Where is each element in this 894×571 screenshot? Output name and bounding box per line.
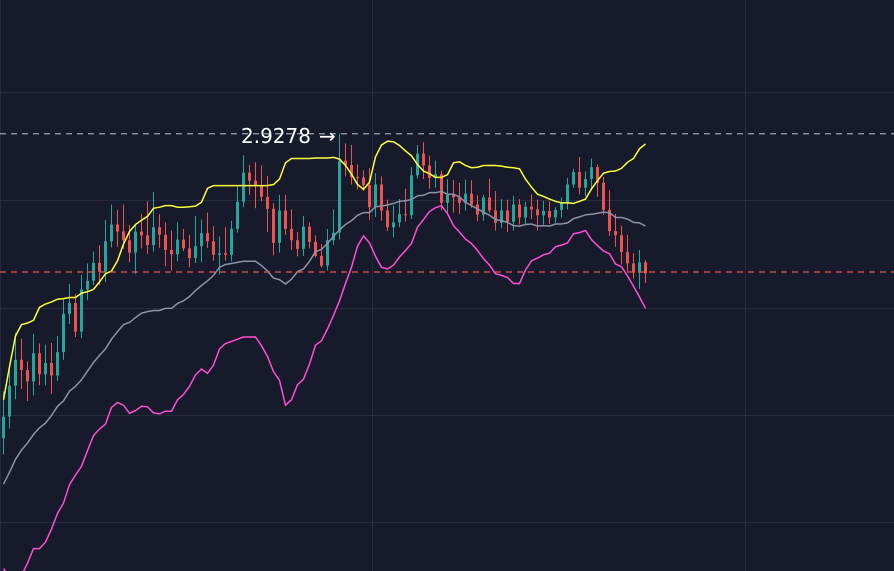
- candle-down: [578, 172, 581, 188]
- candle-down: [74, 302, 77, 332]
- candle-up: [302, 226, 305, 249]
- candle-down: [164, 234, 167, 250]
- candle-down: [530, 206, 533, 210]
- candle-up: [110, 224, 113, 242]
- candle-down: [26, 370, 29, 382]
- candle-up: [512, 204, 515, 222]
- candle-down: [146, 235, 149, 246]
- candle-down: [440, 174, 443, 203]
- candle-down: [272, 208, 275, 243]
- candle-down: [38, 353, 41, 375]
- candle-down: [422, 153, 425, 166]
- candle-down: [254, 180, 257, 186]
- candle-up: [218, 253, 221, 255]
- candle-down: [506, 210, 509, 222]
- candle-up: [32, 353, 35, 382]
- candle-up: [590, 167, 593, 180]
- candle-down: [518, 204, 521, 218]
- candle-up: [410, 175, 413, 216]
- candle-up: [194, 246, 197, 259]
- candle-down: [632, 263, 635, 273]
- candle-up: [236, 201, 239, 229]
- candle-down: [296, 240, 299, 249]
- candle-down: [308, 226, 311, 242]
- candle-up: [584, 179, 587, 188]
- candle-down: [248, 172, 251, 181]
- candle-down: [20, 359, 23, 371]
- candle-down: [620, 235, 623, 253]
- candle-up: [62, 313, 65, 353]
- candle-down: [122, 231, 125, 241]
- candle-up: [2, 416, 5, 439]
- candle-up: [566, 184, 569, 203]
- candle-up: [134, 231, 137, 253]
- candle-up: [572, 172, 575, 185]
- candle-down: [116, 224, 119, 232]
- candle-down: [368, 185, 371, 208]
- candle-down: [140, 231, 143, 236]
- candle-up: [44, 363, 47, 375]
- candle-down: [266, 196, 269, 209]
- candle-up: [242, 172, 245, 202]
- candle-down: [614, 231, 617, 236]
- candle-up: [14, 359, 17, 386]
- candle-up: [68, 302, 71, 314]
- candle-down: [536, 209, 539, 216]
- candle-up: [560, 202, 563, 210]
- candle-down: [50, 363, 53, 376]
- candle-down: [188, 248, 191, 259]
- candle-down: [488, 197, 491, 211]
- candle-down: [206, 233, 209, 242]
- candle-down: [494, 210, 497, 223]
- candle-up: [392, 222, 395, 228]
- candle-down: [290, 228, 293, 241]
- candle-down: [284, 210, 287, 229]
- candle-down: [356, 176, 359, 178]
- candle-up: [278, 210, 281, 243]
- candle-down: [224, 253, 227, 255]
- candle-up: [338, 160, 341, 233]
- candle-down: [548, 210, 551, 218]
- candle-up: [638, 262, 641, 273]
- candle-up: [8, 385, 11, 417]
- candle-up: [200, 233, 203, 247]
- candle-down: [98, 262, 101, 272]
- chart-background: [0, 0, 894, 571]
- candle-up: [152, 227, 155, 246]
- candle-up: [374, 184, 377, 208]
- candle-up: [446, 194, 449, 203]
- candle-down: [470, 193, 473, 205]
- candle-up: [176, 239, 179, 255]
- candle-down: [212, 241, 215, 255]
- candle-up: [230, 228, 233, 255]
- candle-down: [644, 262, 647, 274]
- candle-down: [158, 227, 161, 235]
- candle-up: [104, 241, 107, 272]
- candle-up: [542, 210, 545, 216]
- candle-down: [428, 165, 431, 178]
- candle-up: [80, 289, 83, 332]
- candle-down: [320, 255, 323, 266]
- candle-down: [170, 249, 173, 255]
- candle-up: [554, 209, 557, 218]
- candle-up: [86, 280, 89, 290]
- candle-up: [56, 352, 59, 376]
- high-price-annotation: 2.9278: [241, 124, 311, 148]
- candle-up: [398, 214, 401, 223]
- candle-down: [386, 210, 389, 228]
- candle-up: [524, 206, 527, 218]
- candle-down: [626, 252, 629, 264]
- candle-down: [362, 177, 365, 186]
- candle-down: [128, 240, 131, 253]
- arrow-right-icon: →: [319, 124, 336, 148]
- candle-down: [182, 239, 185, 249]
- price-chart[interactable]: 2.9278 →: [0, 0, 894, 571]
- candle-down: [602, 182, 605, 210]
- candle-down: [404, 214, 407, 216]
- candle-down: [260, 185, 263, 197]
